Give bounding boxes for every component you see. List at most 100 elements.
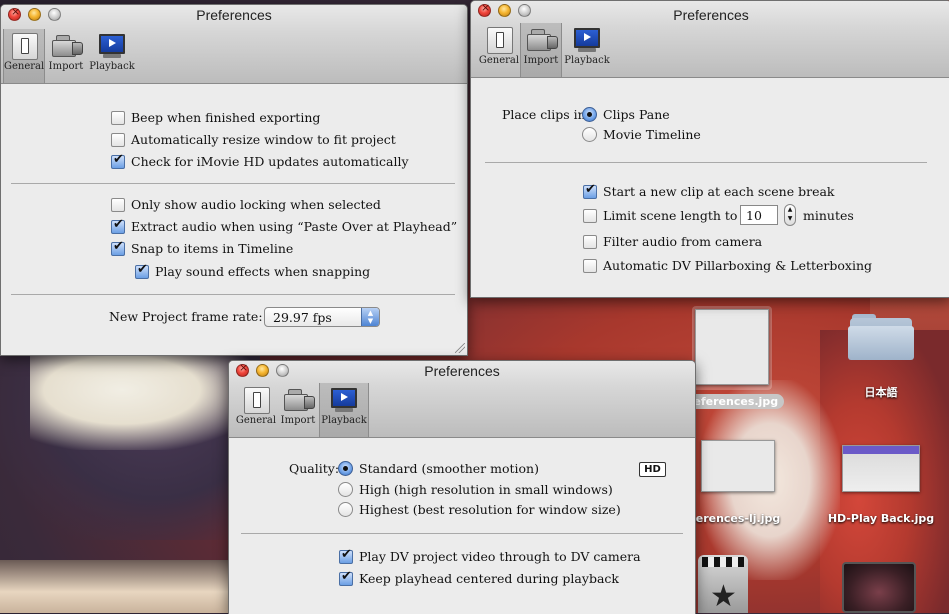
video-thumbnail-icon[interactable] <box>842 562 918 613</box>
folder-icon <box>846 312 916 360</box>
keep-playhead-centered-checkbox[interactable]: Keep playhead centered during playback <box>339 569 619 586</box>
file-thumbnail-icon <box>842 445 920 492</box>
frame-rate-popup[interactable]: 29.97 fps ▲ ▼ <box>264 307 380 327</box>
file-thumbnail-icon <box>701 440 775 492</box>
preferences-window-import: Preferences General Import Playback Plac… <box>470 0 949 298</box>
tab-playback[interactable]: Playback <box>87 29 137 83</box>
tab-general[interactable]: General <box>235 383 277 437</box>
checkbox-control[interactable] <box>111 132 125 147</box>
checkbox-control[interactable] <box>111 197 125 212</box>
checkbox-label: Keep playhead centered during playback <box>359 571 619 586</box>
audio-locking-checkbox[interactable]: Only show audio locking when selected <box>111 197 381 212</box>
desktop-file-erences-lj[interactable]: erences-lj.jpg <box>688 440 788 525</box>
desktop-folder-label: 日本語 <box>864 386 898 399</box>
preferences-window-general: Preferences General Import Playback Beep… <box>0 4 468 356</box>
checkbox-control[interactable] <box>111 217 125 234</box>
scene-length-field[interactable]: 10 <box>740 205 778 225</box>
checkbox-control[interactable] <box>339 547 353 564</box>
separator <box>241 533 683 534</box>
auto-resize-window-checkbox[interactable]: Automatically resize window to fit proje… <box>111 132 396 147</box>
tab-general[interactable]: General <box>478 23 520 77</box>
checkbox-control[interactable] <box>583 234 597 249</box>
check-updates-checkbox[interactable]: Check for iMovie HD updates automaticall… <box>111 152 409 169</box>
tab-import[interactable]: Import <box>520 23 562 77</box>
checkbox-label: Limit scene length to <box>603 208 738 223</box>
checkbox-control[interactable] <box>135 262 149 279</box>
tab-label: Playback <box>564 55 610 66</box>
preferences-toolbar: General Import Playback <box>478 23 612 77</box>
limit-scene-length-checkbox[interactable]: Limit scene length to <box>583 208 737 223</box>
checkbox-control[interactable] <box>111 239 125 256</box>
desktop-file-label: HD-Play Back.jpg <box>827 512 935 525</box>
checkbox-control[interactable] <box>111 110 125 125</box>
checkbox-label: Filter audio from camera <box>603 234 763 249</box>
radio-label: Movie Timeline <box>603 127 701 142</box>
checkbox-control[interactable] <box>339 569 353 586</box>
radio-control[interactable] <box>338 482 353 497</box>
extract-audio-checkbox[interactable]: Extract audio when using “Paste Over at … <box>111 217 457 234</box>
place-clips-label: Place clips in: <box>502 107 590 122</box>
checkbox-control[interactable] <box>583 258 597 273</box>
general-switch-icon <box>9 32 39 60</box>
imovie-app-icon[interactable]: ★ <box>698 555 750 614</box>
playback-screen-icon <box>572 26 602 54</box>
radio-control[interactable] <box>582 107 597 122</box>
tab-playback[interactable]: Playback <box>562 23 612 77</box>
window-title: Preferences <box>424 363 500 379</box>
clips-pane-radio[interactable]: Clips Pane <box>582 107 670 122</box>
window-titlebar: Preferences General Import Playback <box>229 361 695 438</box>
checkbox-label: Start a new clip at each scene break <box>603 184 835 199</box>
camera-icon <box>51 32 83 60</box>
frame-rate-label: New Project frame rate: <box>109 309 263 324</box>
checkbox-label: Only show audio locking when selected <box>131 197 381 212</box>
tab-label: General <box>478 55 520 66</box>
checkbox-control[interactable] <box>583 182 597 199</box>
radio-control[interactable] <box>338 502 353 517</box>
scene-length-stepper[interactable]: ▲ ▼ <box>784 204 796 226</box>
checkbox-control[interactable] <box>583 208 597 223</box>
radio-label: Highest (best resolution for window size… <box>359 502 621 517</box>
beep-when-finished-checkbox[interactable]: Beep when finished exporting <box>111 110 320 125</box>
preferences-toolbar: General Import Playback <box>3 29 137 83</box>
tab-import[interactable]: Import <box>277 383 319 437</box>
snap-to-items-checkbox[interactable]: Snap to items in Timeline <box>111 239 294 256</box>
checkbox-label: Automatically resize window to fit proje… <box>131 132 396 147</box>
window-titlebar: Preferences General Import Playback <box>1 5 467 84</box>
tab-label: Playback <box>321 415 367 426</box>
tab-label: General <box>4 61 45 72</box>
dv-pillarboxing-checkbox[interactable]: Automatic DV Pillarboxing & Letterboxing <box>583 258 872 273</box>
quality-high-radio[interactable]: High (high resolution in small windows) <box>338 482 613 497</box>
wallpaper-region <box>0 560 230 613</box>
tab-label: Playback <box>89 61 135 72</box>
resize-grip-icon[interactable] <box>455 343 465 353</box>
window-title: Preferences <box>673 7 749 23</box>
radio-label: Standard (smoother motion) <box>359 461 539 476</box>
movie-timeline-radio[interactable]: Movie Timeline <box>582 127 701 142</box>
checkbox-label: Play sound effects when snapping <box>155 264 371 279</box>
desktop-file-references[interactable]: references.jpg <box>682 306 785 409</box>
popup-arrows-icon: ▲ ▼ <box>361 308 379 326</box>
radio-control[interactable] <box>582 127 597 142</box>
play-snap-sounds-checkbox[interactable]: Play sound effects when snapping <box>135 262 371 279</box>
checkbox-control[interactable] <box>111 152 125 169</box>
camera-icon <box>526 26 558 54</box>
play-through-dv-camera-checkbox[interactable]: Play DV project video through to DV came… <box>339 547 641 564</box>
desktop-folder-japanese[interactable]: 日本語 <box>840 312 922 400</box>
filter-audio-checkbox[interactable]: Filter audio from camera <box>583 234 762 249</box>
general-switch-icon <box>241 386 271 414</box>
tab-general[interactable]: General <box>3 29 45 83</box>
wallpaper-region <box>30 350 260 450</box>
window-titlebar: Preferences General Import Playback <box>471 1 949 78</box>
tab-playback[interactable]: Playback <box>319 383 369 437</box>
tab-import[interactable]: Import <box>45 29 87 83</box>
quality-standard-radio[interactable]: Standard (smoother motion) <box>338 461 539 476</box>
radio-control[interactable] <box>338 461 353 476</box>
new-clip-scene-break-checkbox[interactable]: Start a new clip at each scene break <box>583 182 835 199</box>
separator <box>11 183 455 184</box>
desktop-file-hd-playback[interactable]: HD-Play Back.jpg <box>826 445 936 525</box>
quality-highest-radio[interactable]: Highest (best resolution for window size… <box>338 502 621 517</box>
separator <box>11 294 455 295</box>
checkbox-label: Snap to items in Timeline <box>131 241 294 256</box>
desktop-file-label: erences-lj.jpg <box>695 512 781 525</box>
quality-label: Quality: <box>289 461 340 476</box>
